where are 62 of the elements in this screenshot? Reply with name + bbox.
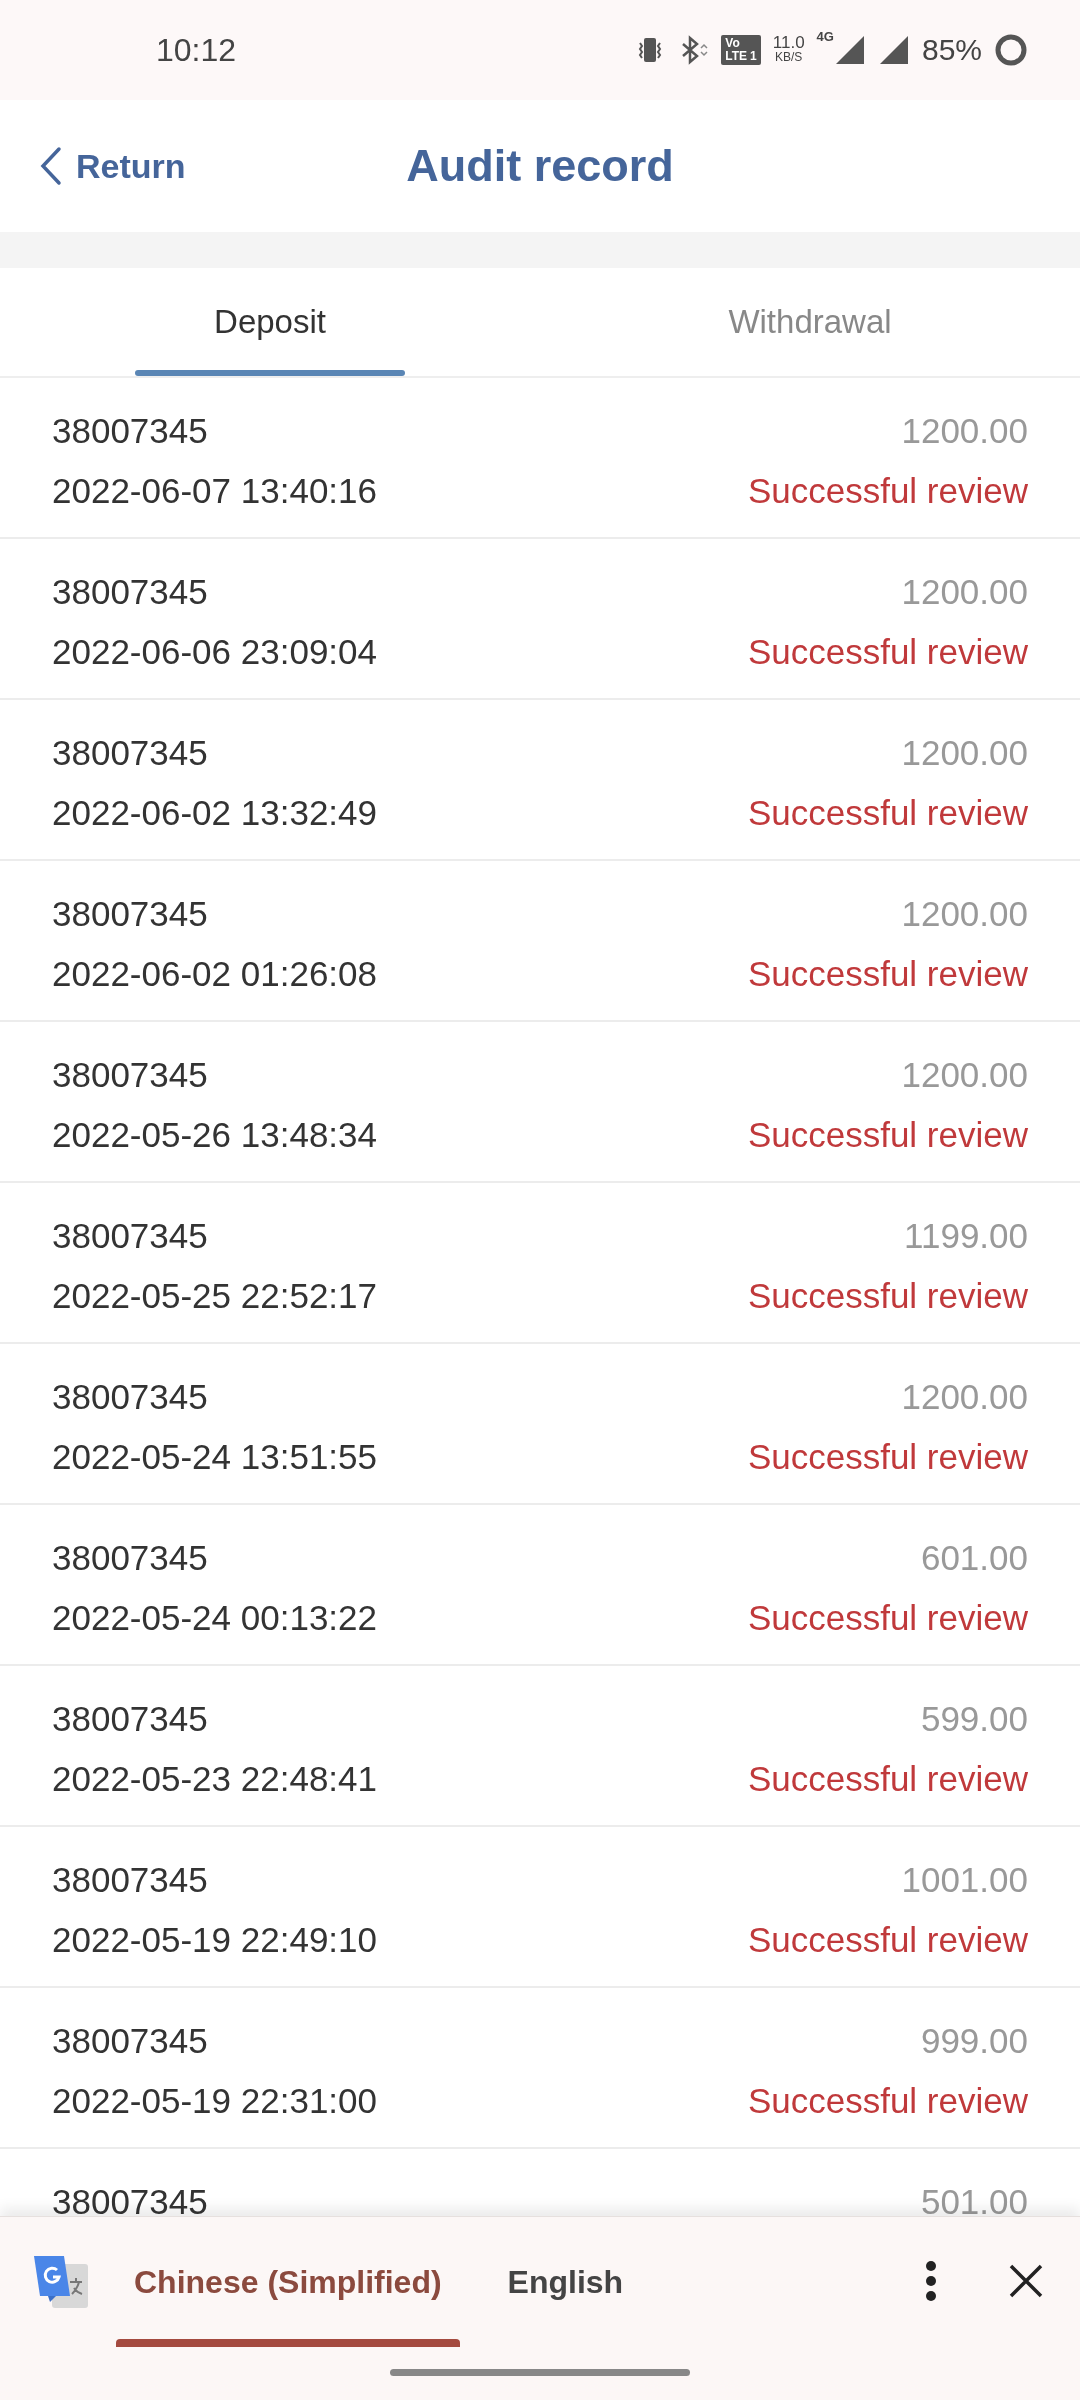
record-time: 2022-06-06 23:09:04 xyxy=(52,631,378,673)
record-amount: 599.00 xyxy=(919,1698,1028,1740)
record-time: 2022-05-24 13:51:55 xyxy=(52,1436,378,1478)
record-amount: 1199.00 xyxy=(903,1215,1028,1257)
record-time: 2022-06-07 13:40:16 xyxy=(52,470,378,512)
record-status: Successful review xyxy=(747,470,1028,512)
record-time: 2022-05-25 22:52:17 xyxy=(52,1275,378,1317)
record-amount: 601.00 xyxy=(919,1537,1028,1579)
record-status: Successful review xyxy=(747,1114,1028,1156)
record-amount: 501.00 xyxy=(920,2181,1028,2216)
return-button[interactable]: Return xyxy=(0,145,192,187)
record-status: Successful review xyxy=(747,1758,1028,1800)
record-time: 2022-06-02 01:26:08 xyxy=(52,953,378,995)
record-amount: 1200.00 xyxy=(900,1376,1028,1418)
close-icon xyxy=(1008,2262,1044,2299)
record-time: 2022-06-02 13:32:49 xyxy=(52,792,378,834)
record-time: 2022-05-19 22:31:00 xyxy=(52,2080,378,2122)
record-amount: 999.00 xyxy=(919,2020,1028,2062)
record-id: 38007345 xyxy=(52,410,209,452)
language-tab[interactable]: Chinese (Simplified) xyxy=(112,2217,464,2347)
record-id: 38007345 xyxy=(52,1859,209,1901)
record-amount: 1200.00 xyxy=(900,1054,1028,1096)
record-id: 38007345 xyxy=(52,732,209,774)
record-status: Successful review xyxy=(747,1919,1028,1961)
back-chevron-icon xyxy=(40,146,62,186)
record-id: 38007345 xyxy=(52,1215,209,1257)
battery-icon xyxy=(994,33,1028,67)
record-status: Successful review xyxy=(747,631,1028,673)
record-status: Successful review xyxy=(747,953,1028,995)
record-id: 38007345 xyxy=(52,2181,209,2216)
record-status: Successful review xyxy=(747,1436,1028,1478)
record-id: 38007345 xyxy=(52,1376,209,1418)
record-amount: 1200.00 xyxy=(900,893,1028,935)
more-icon xyxy=(924,2259,938,2302)
record-status: Successful review xyxy=(747,1275,1028,1317)
page-title: Audit record xyxy=(406,140,674,192)
record-status: Successful review xyxy=(747,1597,1028,1639)
record-amount: 1200.00 xyxy=(900,571,1028,613)
tab[interactable]: Withdrawal xyxy=(540,268,1080,376)
record-id: 38007345 xyxy=(52,893,209,935)
volte-badge: Vo LTE 1 xyxy=(721,35,761,65)
record-id: 38007345 xyxy=(52,1698,209,1740)
tab[interactable]: Deposit xyxy=(0,268,540,376)
record-time: 2022-05-19 22:49:10 xyxy=(52,1919,378,1961)
translate-icon xyxy=(32,2254,90,2310)
record-amount: 1200.00 xyxy=(900,410,1028,452)
language-tab[interactable]: English xyxy=(485,2217,646,2347)
record-id: 38007345 xyxy=(52,1537,209,1579)
record-time: 2022-05-23 22:48:41 xyxy=(52,1758,378,1800)
record-status: Successful review xyxy=(747,2080,1028,2122)
record-amount: 1001.00 xyxy=(900,1859,1028,1901)
record-time: 2022-05-24 00:13:22 xyxy=(52,1597,378,1639)
record-amount: 1200.00 xyxy=(900,732,1028,774)
status-time: 10:12 xyxy=(156,31,237,69)
record-id: 38007345 xyxy=(52,1054,209,1096)
battery-percent: 85% xyxy=(921,33,982,67)
network-speed: 11.0 KB/S xyxy=(772,35,805,65)
network-type: 4G xyxy=(816,29,834,44)
record-status: Successful review xyxy=(747,792,1028,834)
record-id: 38007345 xyxy=(52,571,209,613)
record-time: 2022-05-26 13:48:34 xyxy=(52,1114,378,1156)
record-id: 38007345 xyxy=(52,2020,209,2062)
